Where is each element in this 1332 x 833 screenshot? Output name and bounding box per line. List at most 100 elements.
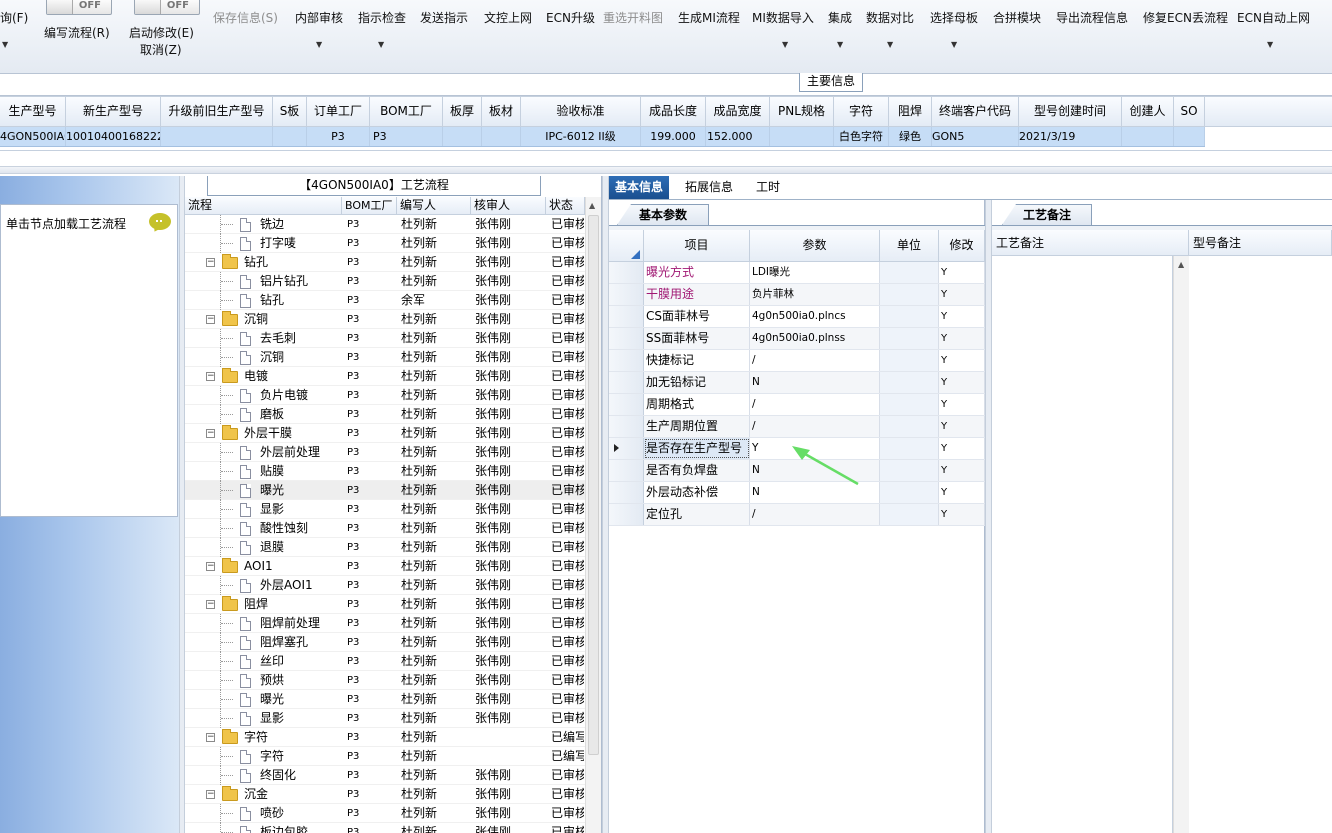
- tree-row[interactable]: 阻焊塞孔 P3 杜列新 张伟刚 已审核: [185, 633, 585, 652]
- tab-extended-info[interactable]: 拓展信息: [679, 176, 739, 199]
- param-unit-cell[interactable]: [880, 262, 939, 283]
- tree-row[interactable]: 去毛刺 P3 杜列新 张伟刚 已审核: [185, 329, 585, 348]
- param-unit-cell[interactable]: [880, 394, 939, 415]
- col-header[interactable]: SO: [1174, 97, 1205, 126]
- select-all-icon[interactable]: [631, 250, 640, 259]
- table-row[interactable]: 4GON500IA0 10010400168222 P3 P3 IPC-6012…: [0, 127, 1205, 147]
- collapse-icon[interactable]: −: [206, 600, 215, 609]
- col-header[interactable]: 板厚: [443, 97, 482, 126]
- collapse-icon[interactable]: −: [206, 733, 215, 742]
- table-row[interactable]: 生产周期位置 / Y: [609, 416, 985, 438]
- table-row[interactable]: 周期格式 / Y: [609, 394, 985, 416]
- collapse-icon[interactable]: −: [206, 429, 215, 438]
- tree-row[interactable]: 喷砂 P3 杜列新 张伟刚 已审核: [185, 804, 585, 823]
- cell-customer-code[interactable]: GON5: [932, 127, 1019, 146]
- param-value-cell[interactable]: /: [750, 394, 880, 415]
- row-header[interactable]: [609, 284, 644, 305]
- tree-row[interactable]: − AOI1 P3 杜列新 张伟刚 已审核: [185, 557, 585, 576]
- collapse-icon[interactable]: −: [206, 790, 215, 799]
- tree-row[interactable]: 板边包胶 P3 杜列新 张伟刚 已审核: [185, 823, 585, 833]
- param-value-cell[interactable]: /: [750, 416, 880, 437]
- chevron-down-icon[interactable]: ▼: [316, 40, 322, 49]
- tab-work-hours[interactable]: 工时: [750, 176, 786, 199]
- row-header[interactable]: [609, 460, 644, 481]
- scroll-up-icon[interactable]: ▲: [1178, 260, 1184, 269]
- row-header[interactable]: [609, 482, 644, 503]
- table-row[interactable]: 加无铅标记 N Y: [609, 372, 985, 394]
- cell-width[interactable]: 152.000: [706, 127, 770, 146]
- cell-bom-factory[interactable]: P3: [370, 127, 443, 146]
- cell-so[interactable]: [1174, 127, 1205, 146]
- row-header[interactable]: [609, 350, 644, 371]
- scroll-thumb[interactable]: [588, 215, 599, 755]
- param-item-cell[interactable]: 定位孔: [644, 504, 750, 525]
- mi-data-import-button[interactable]: MI数据导入: [752, 9, 814, 26]
- col-header[interactable]: 终端客户代码: [932, 97, 1019, 126]
- chevron-down-icon[interactable]: ▼: [837, 40, 843, 49]
- tree-row[interactable]: 铣边 P3 杜列新 张伟刚 已审核: [185, 215, 585, 234]
- col-header[interactable]: 状态: [546, 197, 585, 214]
- param-unit-cell[interactable]: [880, 350, 939, 371]
- toggle-switch-modify[interactable]: OFF: [134, 0, 200, 15]
- col-header[interactable]: 生产型号: [0, 97, 66, 126]
- send-instruction-button[interactable]: 发送指示: [420, 9, 468, 26]
- table-row[interactable]: 定位孔 / Y: [609, 504, 985, 526]
- chevron-down-icon[interactable]: ▼: [1267, 40, 1273, 49]
- main-info-tab[interactable]: 主要信息: [799, 73, 863, 92]
- data-compare-button[interactable]: 数据对比: [866, 9, 914, 26]
- tree-row[interactable]: 曝光 P3 杜列新 张伟刚 已审核: [185, 481, 585, 500]
- tree-row[interactable]: 酸性蚀刻 P3 杜列新 张伟刚 已审核: [185, 519, 585, 538]
- tree-row[interactable]: 磨板 P3 杜列新 张伟刚 已审核: [185, 405, 585, 424]
- col-header[interactable]: BOM工厂: [342, 197, 397, 214]
- col-header[interactable]: 新生产型号: [66, 97, 161, 126]
- cell-length[interactable]: 199.000: [641, 127, 706, 146]
- basic-params-tab[interactable]: 基本参数: [617, 204, 709, 225]
- col-header[interactable]: 创建人: [1122, 97, 1174, 126]
- row-header[interactable]: [609, 372, 644, 393]
- param-modify-cell[interactable]: Y: [939, 394, 985, 415]
- param-unit-cell[interactable]: [880, 372, 939, 393]
- tree-row[interactable]: 负片电镀 P3 杜列新 张伟刚 已审核: [185, 386, 585, 405]
- reselect-cutting-chart-button[interactable]: 重选开料图: [603, 9, 663, 26]
- row-header[interactable]: [609, 504, 644, 525]
- param-modify-cell[interactable]: Y: [939, 306, 985, 327]
- ecn-auto-online-button[interactable]: ECN自动上网: [1237, 9, 1310, 26]
- col-header[interactable]: 修改: [939, 230, 985, 261]
- vertical-splitter[interactable]: [985, 200, 992, 833]
- cell-mask[interactable]: 绿色: [889, 127, 932, 146]
- param-modify-cell[interactable]: Y: [939, 504, 985, 525]
- cell-thickness[interactable]: [443, 127, 482, 146]
- param-modify-cell[interactable]: Y: [939, 416, 985, 437]
- export-flow-info-button[interactable]: 导出流程信息: [1056, 9, 1128, 26]
- toggle-switch-edit[interactable]: OFF: [46, 0, 112, 15]
- param-value-cell[interactable]: 4g0n500ia0.plnss: [750, 328, 880, 349]
- cell-order-factory[interactable]: P3: [307, 127, 370, 146]
- tree-row[interactable]: 打字唛 P3 杜列新 张伟刚 已审核: [185, 234, 585, 253]
- param-item-cell[interactable]: 生产周期位置: [644, 416, 750, 437]
- collapse-icon[interactable]: −: [206, 372, 215, 381]
- integrate-button[interactable]: 集成: [828, 9, 852, 26]
- instruction-check-button[interactable]: 指示检查: [358, 9, 406, 26]
- col-header[interactable]: 参数: [750, 230, 880, 261]
- param-value-cell[interactable]: /: [750, 504, 880, 525]
- tree-row[interactable]: − 阻焊 P3 杜列新 张伟刚 已审核: [185, 595, 585, 614]
- tree-row[interactable]: − 沉铜 P3 杜列新 张伟刚 已审核: [185, 310, 585, 329]
- table-row[interactable]: CS面菲林号 4g0n500ia0.plncs Y: [609, 306, 985, 328]
- repair-ecn-flow-button[interactable]: 修复ECN丢流程: [1143, 9, 1228, 26]
- horizontal-splitter[interactable]: [0, 166, 1332, 174]
- table-row[interactable]: 快捷标记 / Y: [609, 350, 985, 372]
- param-modify-cell[interactable]: Y: [939, 350, 985, 371]
- process-scrollbar[interactable]: ▲: [585, 197, 601, 833]
- param-value-cell[interactable]: N: [750, 372, 880, 393]
- param-value-cell[interactable]: 负片菲林: [750, 284, 880, 305]
- col-header[interactable]: 成品宽度: [706, 97, 770, 126]
- tree-row[interactable]: 外层前处理 P3 杜列新 张伟刚 已审核: [185, 443, 585, 462]
- tab-basic-info[interactable]: 基本信息: [609, 176, 670, 199]
- param-modify-cell[interactable]: Y: [939, 460, 985, 481]
- select-motherboard-button[interactable]: 选择母板: [930, 9, 978, 26]
- cell-new-model[interactable]: 10010400168222: [66, 127, 161, 146]
- param-modify-cell[interactable]: Y: [939, 328, 985, 349]
- tree-row[interactable]: − 电镀 P3 杜列新 张伟刚 已审核: [185, 367, 585, 386]
- cell-model[interactable]: 4GON500IA0: [0, 127, 66, 146]
- col-header[interactable]: 流程: [185, 197, 342, 214]
